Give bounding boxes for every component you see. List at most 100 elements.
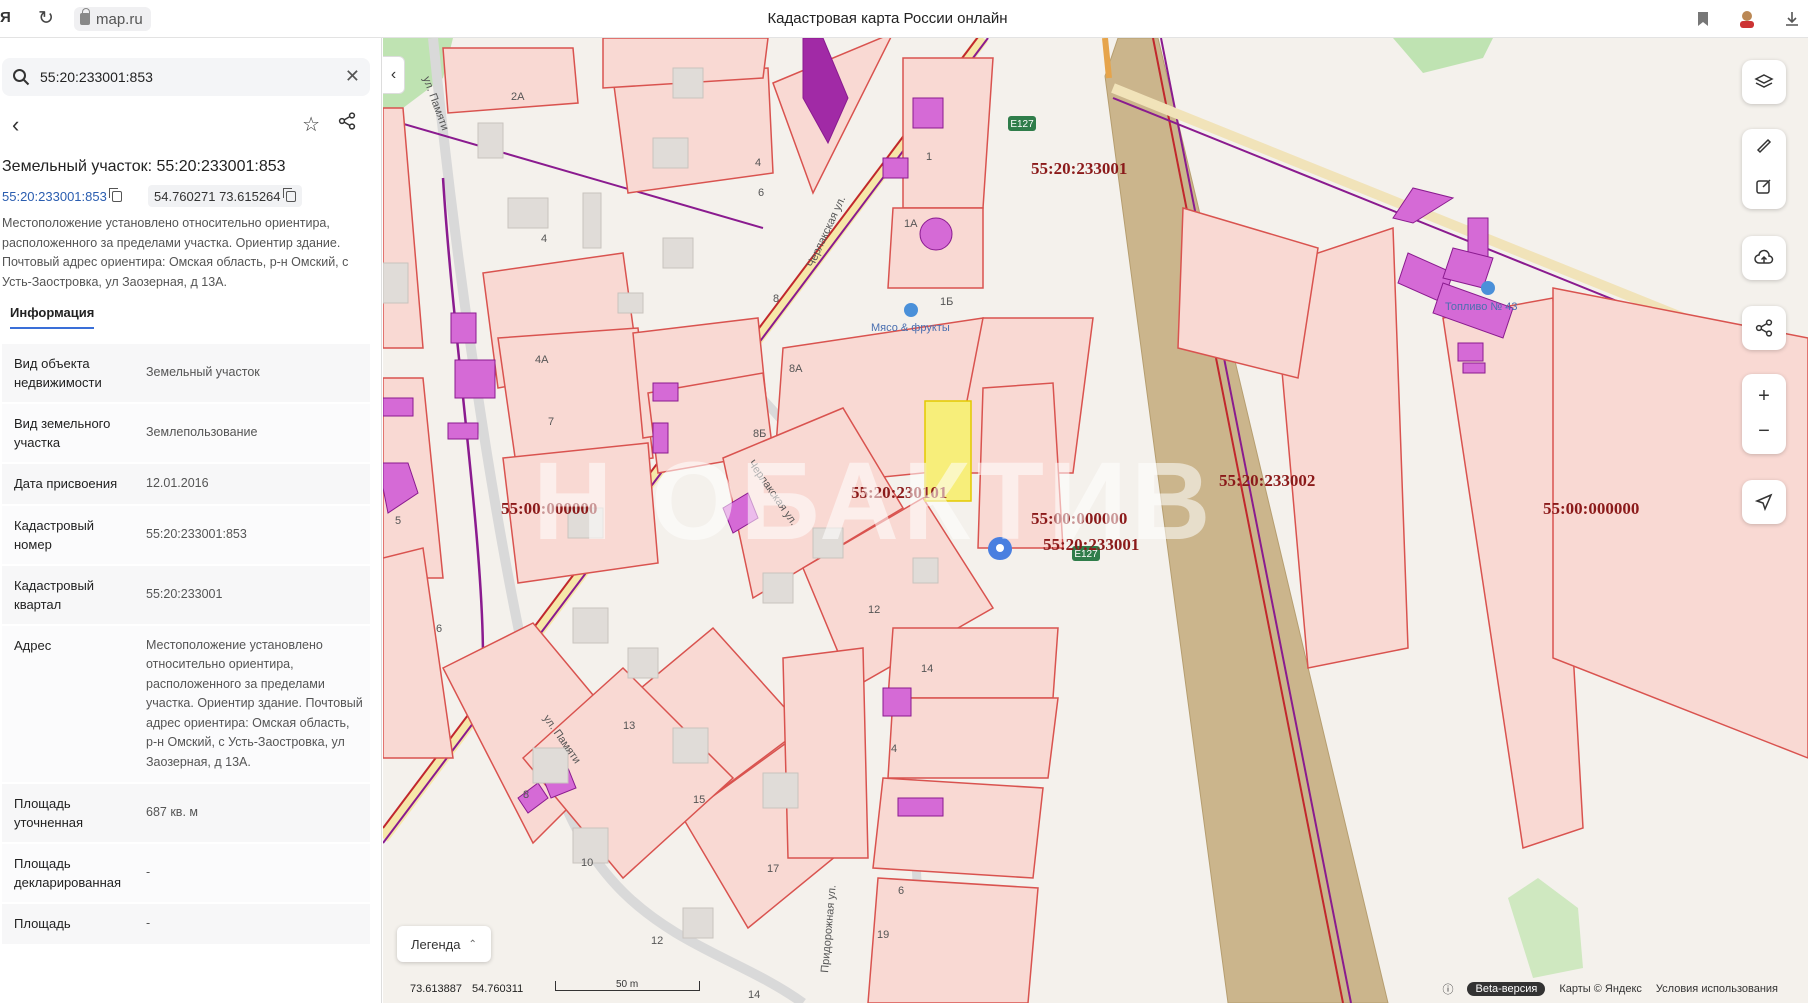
info-label: Адрес [14, 637, 52, 653]
house-number: 12 [868, 604, 880, 616]
info-row: Вид объекта недвижимости Земельный участо… [2, 344, 370, 404]
geolocation-button[interactable] [1742, 480, 1786, 524]
copy-icon[interactable] [282, 187, 296, 202]
house-number: 12 [651, 935, 663, 947]
info-row: Адрес Местоположение установлено относите… [2, 625, 370, 784]
legend-button[interactable]: Легенда ⌃ [397, 926, 491, 962]
house-number: 6 [758, 187, 764, 199]
back-button[interactable]: ‹ [12, 112, 19, 138]
longitude-readout: 73.613887 [410, 983, 462, 995]
copy-icon[interactable] [108, 187, 122, 202]
house-number: 4 [891, 743, 897, 755]
info-label: Вид земельного участка [14, 416, 111, 450]
map-footer: ⓘ Beta-версия Карты © Яндекс Условия исп… [1442, 981, 1778, 997]
house-number: 5 [395, 515, 401, 527]
quarter-label: 55:20:233002 [1219, 471, 1315, 490]
info-label: Дата присвоения [14, 476, 118, 491]
coordinates-chip[interactable]: 54.760271 73.615264 [148, 185, 302, 207]
zoom-in-icon[interactable]: + [1758, 385, 1770, 408]
tools-panel [1742, 129, 1786, 209]
house-number: 8 [773, 293, 779, 305]
navigation-arrow-icon [1755, 493, 1773, 511]
scale-bar: 50 m [555, 979, 700, 991]
house-number: 17 [767, 863, 779, 875]
info-label: Кадастровый квартал [14, 577, 95, 612]
download-icon[interactable] [1784, 11, 1800, 32]
browser-toolbar: Я ↻ map.ru Кадастровая карта России онла… [0, 0, 1808, 38]
poi-label[interactable]: Топливо № 43 [1445, 301, 1517, 313]
road-badge-text: E127 [1010, 119, 1034, 130]
house-number: 8А [789, 363, 803, 375]
cursor-coordinates: 73.613887 54.760311 [410, 983, 523, 995]
layers-icon [1754, 74, 1774, 88]
cadastral-number-link[interactable]: 55:20:233001:853 [2, 185, 122, 207]
search-bar: ✕ [2, 58, 370, 96]
terms-link[interactable]: Условия использования [1656, 983, 1778, 995]
coordinates-text: 54.760271 73.615264 [154, 188, 281, 204]
favorite-star-icon[interactable]: ☆ [302, 112, 320, 137]
zoom-controls: + − [1742, 374, 1786, 454]
edit-icon[interactable] [1755, 177, 1773, 201]
shop-icon[interactable] [904, 303, 918, 317]
info-label: Кадастровый номер [14, 517, 95, 552]
house-number: 2А [511, 91, 525, 103]
house-number: 13 [623, 720, 635, 732]
info-row: Кадастровый квартал 55:20:233001 [2, 565, 370, 626]
house-number: 10 [581, 857, 593, 869]
house-number: 19 [877, 929, 889, 941]
info-value: Местоположение установлено относительно … [146, 637, 363, 769]
profile-avatar[interactable] [1736, 8, 1758, 35]
house-number: 4 [541, 233, 547, 245]
info-value: - [146, 865, 151, 880]
share-icon [1755, 319, 1773, 337]
cadastral-number-text: 55:20:233001:853 [2, 188, 107, 204]
latitude-readout: 54.760311 [472, 983, 524, 995]
ruler-icon[interactable] [1755, 137, 1773, 161]
parcel-sidebar: ✕ ‹ ☆ Земельный участок: 55:20:233001:85… [0, 38, 382, 1003]
info-value: 12.01.2016 [146, 476, 209, 490]
info-row: Площадь декларированная - [2, 844, 370, 904]
clear-search-icon[interactable]: ✕ [345, 66, 360, 87]
zoom-out-icon[interactable]: − [1758, 420, 1770, 443]
tab-information[interactable]: Информация [10, 305, 95, 329]
page-title: Кадастровая карта России онлайн [767, 10, 1008, 27]
info-row: Вид земельного участка Землепользование [2, 404, 370, 464]
house-number: 14 [748, 989, 760, 1001]
poi-label[interactable]: Мясо & фрукты [871, 322, 950, 334]
share-map-button[interactable] [1742, 306, 1786, 350]
layers-button[interactable] [1742, 60, 1786, 104]
share-icon[interactable] [338, 112, 356, 135]
house-number: 14 [921, 663, 933, 675]
fuel-icon[interactable] [1481, 281, 1495, 295]
info-value: 687 кв. м [146, 805, 198, 820]
search-icon [12, 68, 30, 91]
cadastral-map[interactable]: E127 E127 ул. Памяти Черлакская ул. ул. … [383, 38, 1808, 1003]
legend-label: Легенда [411, 936, 461, 952]
upload-button[interactable] [1742, 236, 1786, 280]
parcel-description: Местоположение установлено относительно … [2, 216, 349, 289]
info-label: Площадь [14, 916, 71, 931]
house-number: 4А [535, 354, 549, 366]
collapse-sidebar-button[interactable]: ‹ [383, 56, 405, 94]
house-number: 4 [755, 157, 761, 169]
house-number: 1Б [940, 296, 953, 308]
house-number: 15 [693, 794, 705, 806]
quarter-label: 55:20:233001 [1031, 159, 1127, 178]
scale-label: 50 m [616, 979, 639, 990]
info-value: Землепользование [146, 425, 258, 440]
house-number: 6 [436, 623, 442, 635]
copyright-text[interactable]: Карты © Яндекс [1559, 983, 1642, 995]
search-input[interactable] [40, 58, 330, 96]
info-icon[interactable]: ⓘ [1442, 981, 1453, 997]
info-row: Кадастровый номер 55:20:233001:853 [2, 505, 370, 566]
quarter-label: 55:00:000000 [1543, 499, 1639, 518]
info-value: 55:20:233001:853 [146, 526, 247, 541]
info-row: Площадь - [2, 904, 370, 946]
beta-badge: Beta-версия [1467, 982, 1546, 996]
watermark: Н ОБАКТИВ [533, 440, 1215, 563]
info-table: Вид объекта недвижимости Земельный участо… [2, 344, 370, 946]
bookmark-icon[interactable] [1696, 11, 1710, 32]
info-value: 55:20:233001 [146, 586, 223, 601]
info-label: Площадь уточненная [14, 796, 84, 830]
chevron-up-icon: ⌃ [468, 938, 477, 950]
